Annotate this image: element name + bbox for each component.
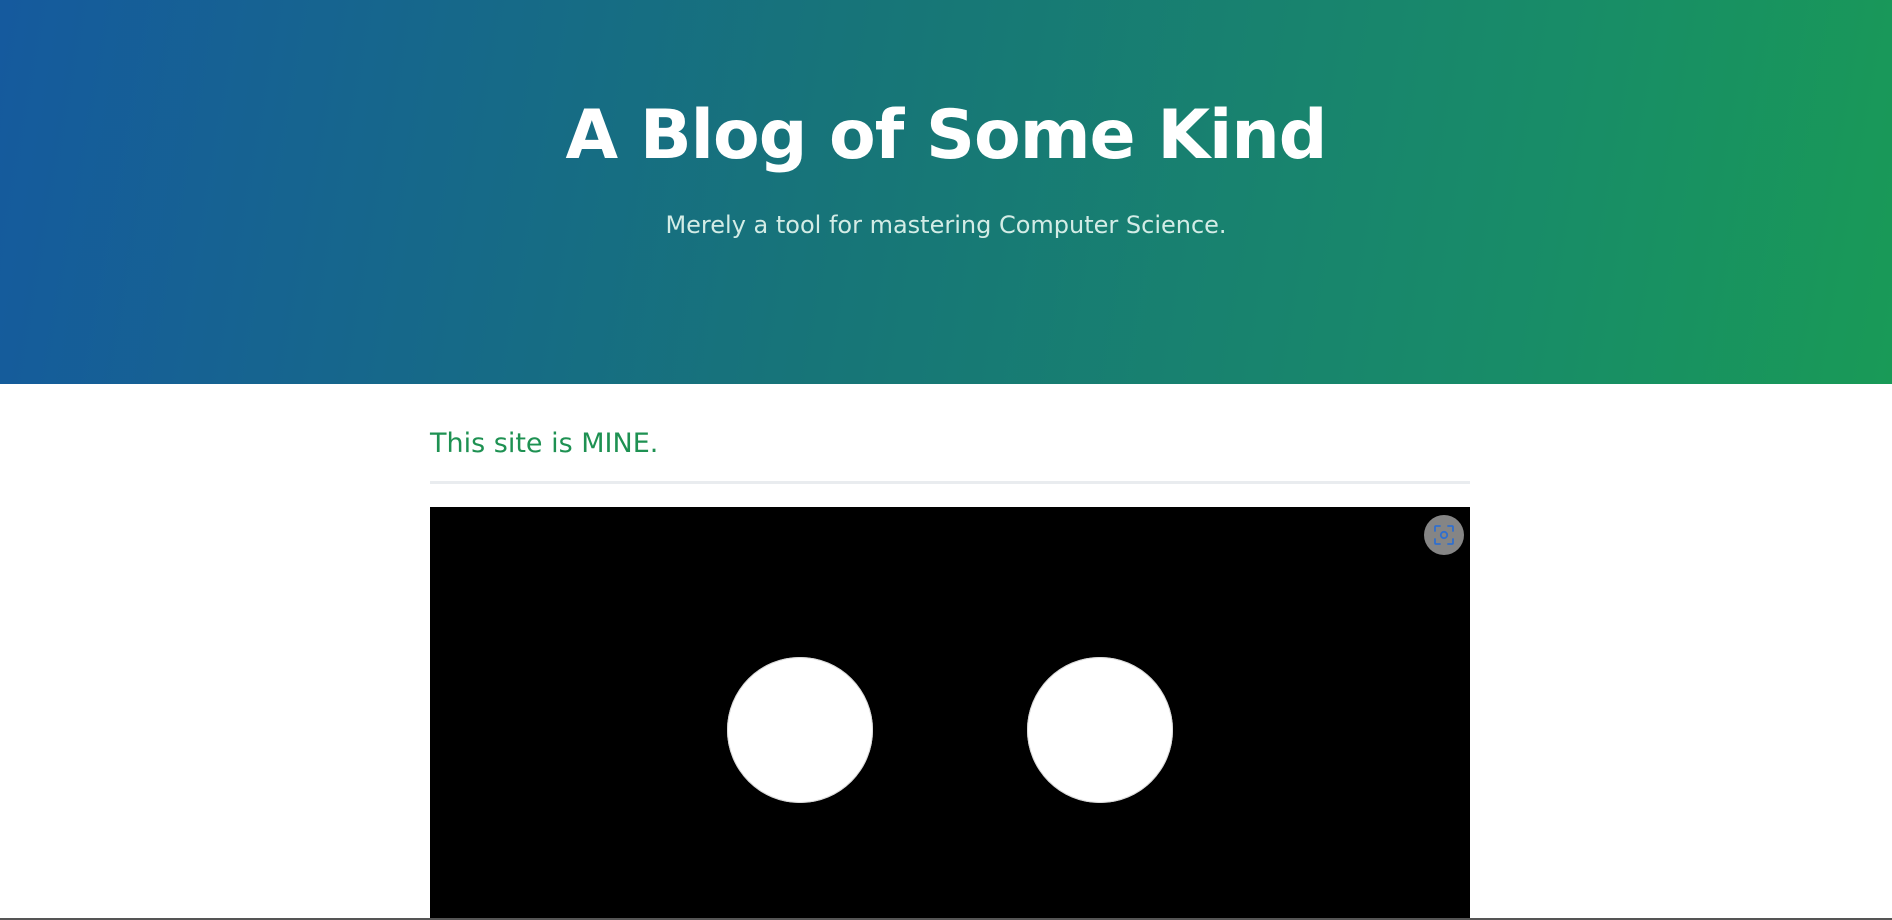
site-tagline: This site is MINE. [430,428,659,459]
left-circle [727,657,873,803]
site-subtitle: Merely a tool for mastering Computer Sci… [665,211,1227,239]
site-title[interactable]: A Blog of Some Kind [0,96,1892,176]
right-circle [1027,657,1173,803]
fullscreen-button[interactable] [1424,515,1464,555]
content-divider [430,481,1470,484]
fullscreen-focus-icon [1434,525,1454,545]
game-canvas[interactable] [430,507,1470,920]
hero-banner: A Blog of Some Kind Merely a tool for ma… [0,0,1892,384]
